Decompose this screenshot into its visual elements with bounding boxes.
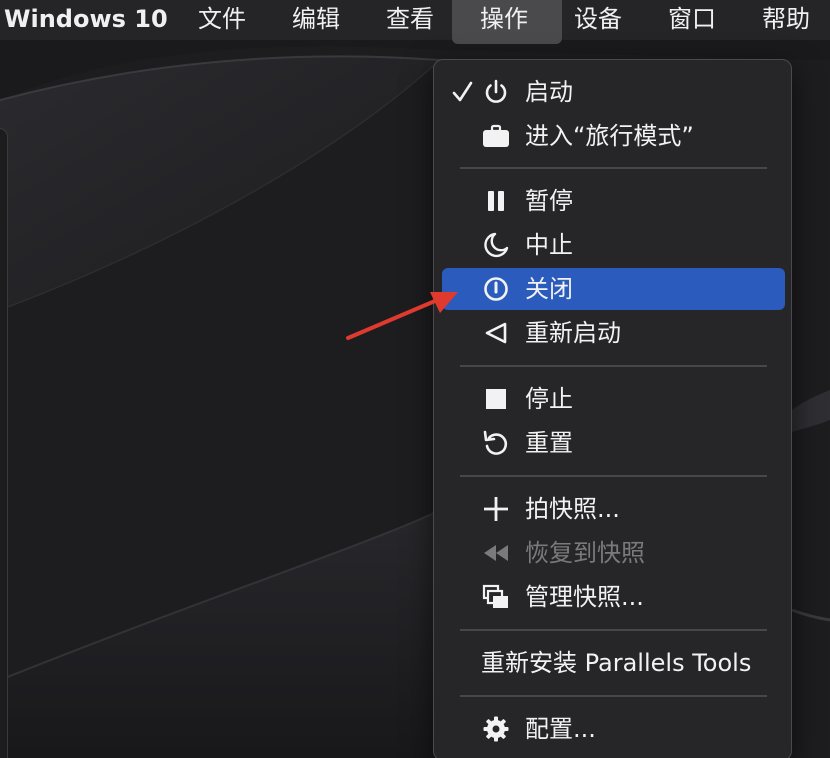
menu-item-stop[interactable]: 停止 <box>442 378 785 420</box>
menu-item-revert-snapshot[interactable]: 恢复到快照 <box>442 532 785 574</box>
menu-item-label: 配置... <box>525 715 596 743</box>
menu-item-restart[interactable]: 重新启动 <box>442 312 785 354</box>
menu-item-label: 拍快照... <box>525 495 620 523</box>
menu-devices[interactable]: 设备 <box>574 0 622 40</box>
menu-bar: Windows 10 文件 编辑 查看 操作 设备 窗口 帮助 <box>0 0 830 44</box>
rewind-icon <box>482 539 510 567</box>
menu-help[interactable]: 帮助 <box>762 0 810 40</box>
briefcase-icon <box>482 122 510 150</box>
menu-item-shut-down[interactable]: 关闭 <box>442 268 785 310</box>
menu-item-travel-mode[interactable]: 进入“旅行模式” <box>442 115 785 157</box>
stop-square-icon <box>482 385 510 413</box>
menu-item-label: 重新安装 Parallels Tools <box>481 649 752 677</box>
reset-arrow-icon <box>482 429 510 457</box>
menu-window[interactable]: 窗口 <box>668 0 716 40</box>
menu-item-manage-snapshots[interactable]: 管理快照... <box>442 576 785 618</box>
annotation-arrow-icon <box>346 292 458 340</box>
menu-item-take-snapshot[interactable]: 拍快照... <box>442 488 785 530</box>
menu-edit[interactable]: 编辑 <box>292 0 340 40</box>
gear-icon <box>482 715 510 743</box>
app-menu[interactable]: Windows 10 <box>4 0 168 40</box>
pause-icon <box>482 187 510 215</box>
menu-actions[interactable]: 操作 <box>480 0 528 40</box>
menu-separator <box>460 695 767 697</box>
menu-separator <box>460 167 767 169</box>
menu-item-label: 进入“旅行模式” <box>525 122 694 150</box>
menu-separator <box>460 629 767 631</box>
menu-item-label: 重置 <box>525 429 573 457</box>
background-window-edge <box>0 128 8 758</box>
menu-item-label: 启动 <box>525 78 573 106</box>
menu-item-label: 关闭 <box>525 275 573 303</box>
restart-triangle-icon <box>482 319 510 347</box>
menu-item-start[interactable]: 启动 <box>442 71 785 113</box>
menu-item-configure[interactable]: 配置... <box>442 708 785 750</box>
checkmark-icon <box>450 78 474 106</box>
moon-icon <box>482 231 510 259</box>
actions-dropdown-menu: 启动 进入“旅行模式” 暂停 中止 关闭 重新启动 停止 重置 拍快照... 恢… <box>433 59 792 758</box>
menu-item-label: 恢复到快照 <box>525 539 645 567</box>
menu-item-suspend[interactable]: 中止 <box>442 224 785 266</box>
shutdown-icon <box>482 275 510 303</box>
stacked-windows-icon <box>482 583 510 611</box>
menu-view[interactable]: 查看 <box>386 0 434 40</box>
menu-file[interactable]: 文件 <box>198 0 246 40</box>
menu-separator <box>460 365 767 367</box>
menu-item-label: 停止 <box>525 385 573 413</box>
plus-icon <box>482 495 510 523</box>
power-icon <box>482 78 510 106</box>
menu-item-label: 中止 <box>525 231 573 259</box>
menu-item-label: 重新启动 <box>525 319 621 347</box>
menu-separator <box>460 475 767 477</box>
menu-item-reinstall-parallels-tools[interactable]: 重新安装 Parallels Tools <box>442 642 785 684</box>
screen: Windows 10 文件 编辑 查看 操作 设备 窗口 帮助 启动 进入“旅行… <box>0 0 830 758</box>
menu-item-reset[interactable]: 重置 <box>442 422 785 464</box>
menu-item-label: 管理快照... <box>525 583 644 611</box>
menu-item-pause[interactable]: 暂停 <box>442 180 785 222</box>
menu-item-label: 暂停 <box>525 187 573 215</box>
